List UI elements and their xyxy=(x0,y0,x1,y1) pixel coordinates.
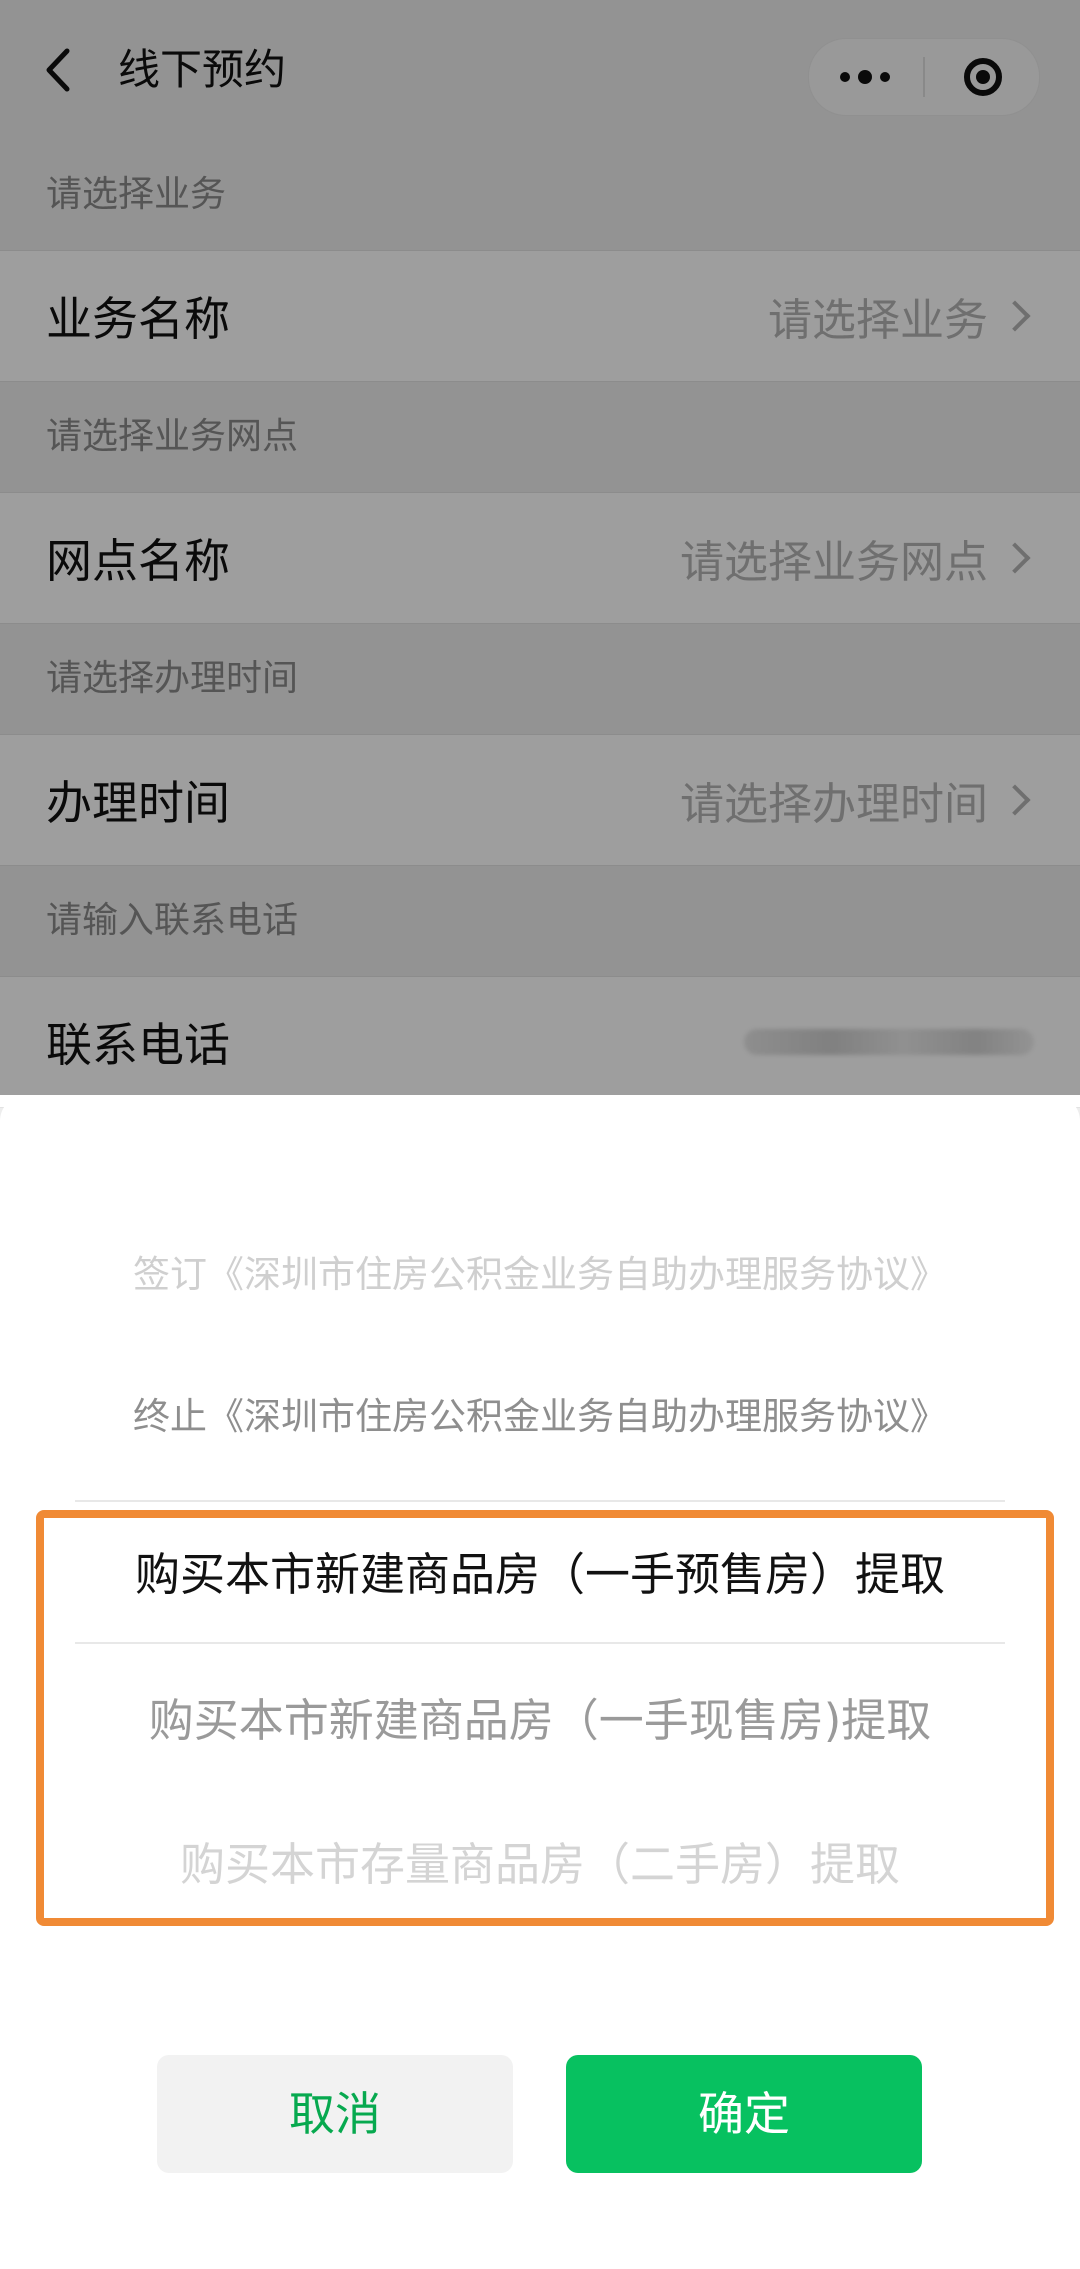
picker-option[interactable]: 签订《深圳市住房公积金业务自助办理服务协议》 xyxy=(70,1225,1010,1325)
picker-option-selected[interactable]: 购买本市新建商品房（一手预售房）提取 xyxy=(70,1515,1010,1635)
business-picker-sheet: 签订《深圳市住房公积金业务自助办理服务协议》 终止《深圳市住房公积金业务自助办理… xyxy=(0,1095,1080,2269)
modal-mask[interactable] xyxy=(0,0,1080,1095)
cancel-button[interactable]: 取消 xyxy=(157,2055,513,2173)
selection-bottom-line xyxy=(75,1642,1005,1644)
picker-option[interactable]: 终止《深圳市住房公积金业务自助办理服务协议》 xyxy=(70,1367,1010,1467)
confirm-button[interactable]: 确定 xyxy=(566,2055,922,2173)
selection-top-line xyxy=(75,1500,1005,1502)
picker-option[interactable]: 购买本市新建商品房（一手现售房)提取 xyxy=(70,1661,1010,1781)
picker-option[interactable]: 购买本市存量商品房（二手房）提取 xyxy=(70,1805,1010,1925)
